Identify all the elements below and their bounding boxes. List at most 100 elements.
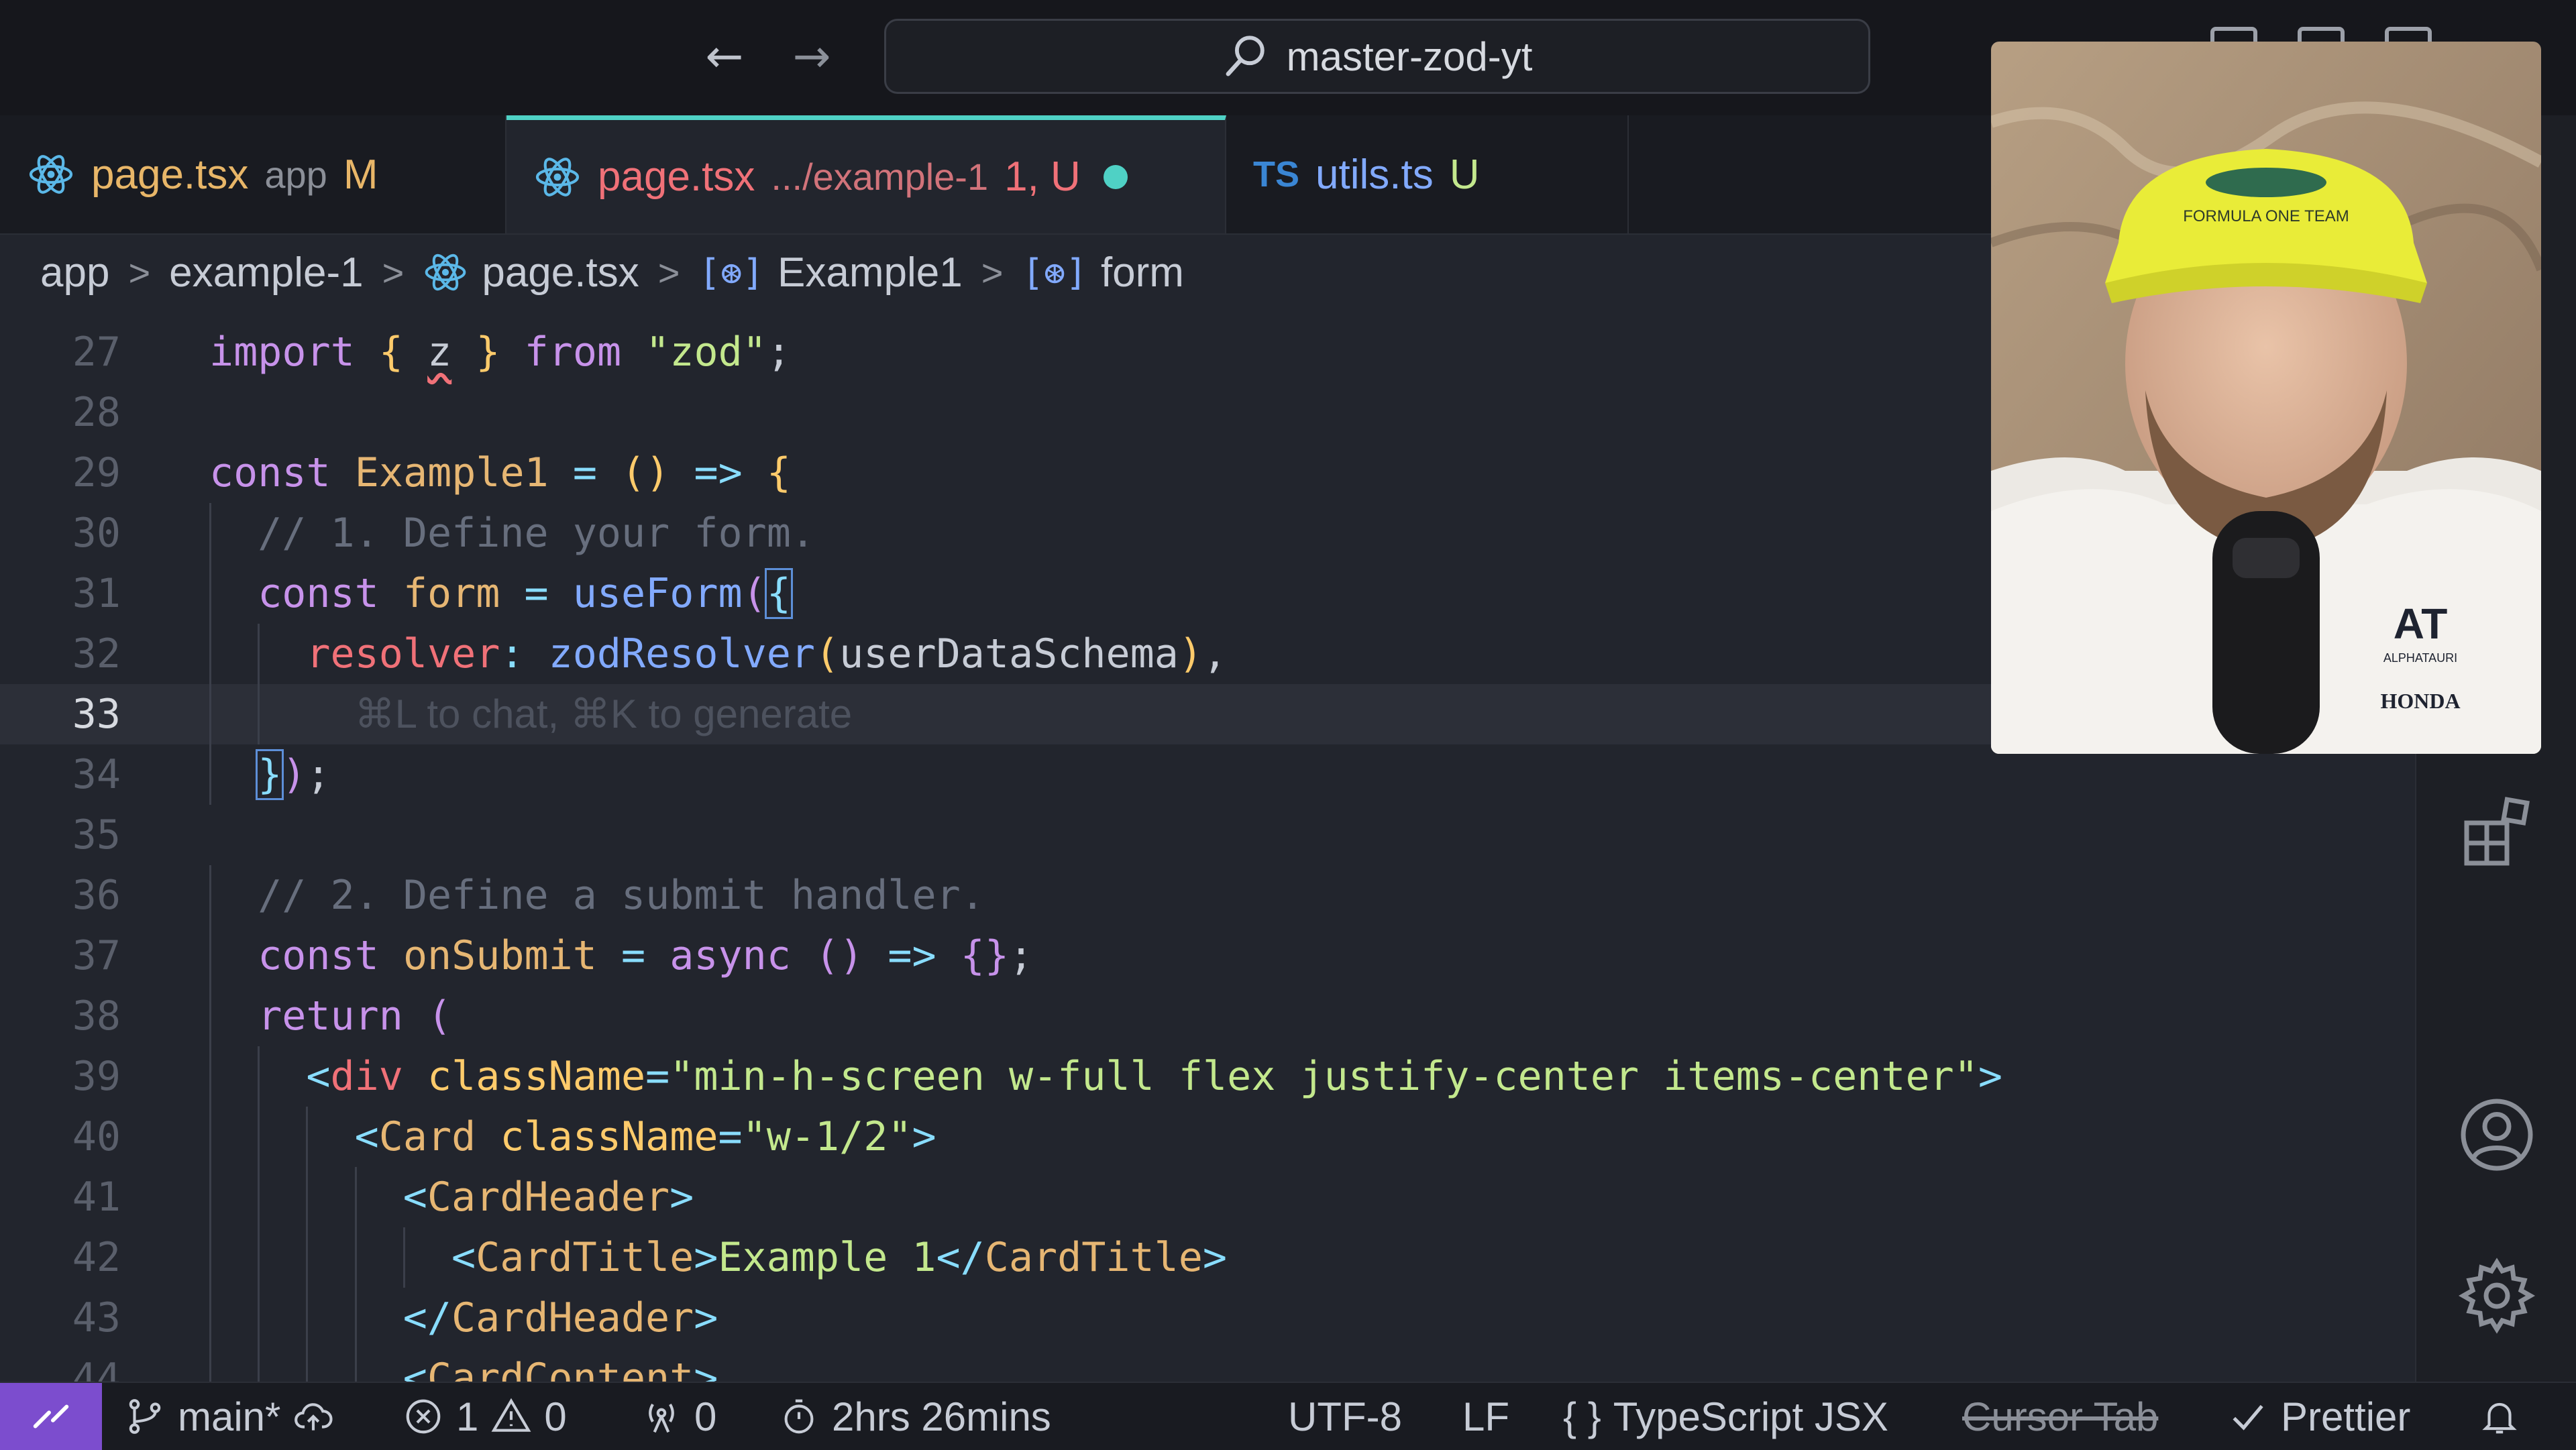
token: < xyxy=(451,1234,476,1281)
problems-indicator[interactable]: 1 0 xyxy=(402,1383,567,1450)
line-number: 27 xyxy=(72,329,121,376)
token: } xyxy=(451,329,525,376)
line-number: 31 xyxy=(72,570,121,617)
indent-guide xyxy=(258,1107,260,1167)
ports-indicator[interactable]: 0 xyxy=(641,1383,716,1450)
breadcrumb-item[interactable]: Example1 xyxy=(777,249,963,296)
breadcrumb-item[interactable]: page.tsx xyxy=(482,249,639,296)
token: = xyxy=(718,1113,743,1160)
code-text: <CardHeader> xyxy=(403,1167,694,1227)
token: > xyxy=(1978,1053,2003,1100)
line-number: 44 xyxy=(72,1355,121,1382)
settings-gear-icon[interactable] xyxy=(2457,1256,2537,1336)
check-icon xyxy=(2233,1404,2263,1431)
indent-guide xyxy=(354,1227,357,1288)
token: CardContent xyxy=(427,1355,694,1382)
indent-guide xyxy=(402,1227,405,1288)
code-line[interactable]: 39 <div className="min-h-screen w-full fl… xyxy=(0,1046,2402,1107)
token: Example 1 xyxy=(718,1234,936,1281)
language-mode[interactable]: { } TypeScript JSX xyxy=(1563,1383,1888,1450)
chevron-right-icon: > xyxy=(657,251,680,294)
code-line[interactable]: 35 xyxy=(0,805,2402,865)
breadcrumb-item[interactable]: app xyxy=(40,249,109,296)
indent-guide xyxy=(306,1348,309,1382)
line-number: 30 xyxy=(72,510,121,557)
code-text: import { z } from "zod"; xyxy=(209,322,791,382)
tab-page-tsx-app[interactable]: page.tsx app M xyxy=(0,115,506,233)
shirt-sub: ALPHATAURI xyxy=(2383,651,2457,665)
cloud-upload-icon[interactable] xyxy=(292,1396,334,1437)
token: => xyxy=(694,449,767,496)
breadcrumb-item[interactable]: example-1 xyxy=(169,249,363,296)
indent-guide xyxy=(209,986,211,1046)
token: className xyxy=(500,1113,718,1160)
code-line[interactable]: 41 <CardHeader> xyxy=(0,1167,2402,1227)
line-number: 33 xyxy=(72,691,121,738)
line-number: 37 xyxy=(72,932,121,979)
token: < xyxy=(402,1174,427,1221)
indent-guide xyxy=(209,926,211,986)
bell-icon xyxy=(2482,1402,2517,1434)
forward-arrow-icon[interactable]: → xyxy=(782,27,842,87)
prettier-status[interactable]: Prettier xyxy=(2227,1383,2410,1450)
indent-guide xyxy=(306,1107,309,1167)
code-text: const Example1 = () => { xyxy=(209,443,791,503)
code-line[interactable]: 37 const onSubmit = async () => {}; xyxy=(0,926,2402,986)
remote-indicator[interactable] xyxy=(0,1383,102,1450)
extensions-icon[interactable] xyxy=(2457,793,2537,873)
token: , xyxy=(1202,630,1228,677)
tab-page-tsx-example-1[interactable]: page.tsx .../example-1 1, U xyxy=(506,115,1226,233)
indent-guide xyxy=(258,624,260,684)
indent-guide xyxy=(306,1227,309,1288)
token: CardTitle xyxy=(984,1234,1203,1281)
timer-icon xyxy=(784,1399,814,1434)
token: async xyxy=(669,932,816,979)
token: ( xyxy=(814,630,840,677)
code-line[interactable]: 40 <Card className="w-1/2"> xyxy=(0,1107,2402,1167)
token: > xyxy=(694,1355,718,1382)
code-line[interactable]: 44 <CardContent> xyxy=(0,1348,2402,1382)
cursor-tab-toggle[interactable]: Cursor Tab xyxy=(1962,1383,2158,1450)
code-line[interactable]: 43 </CardHeader> xyxy=(0,1288,2402,1348)
indent-guide xyxy=(209,1348,211,1382)
account-icon[interactable] xyxy=(2457,1095,2537,1175)
presenter-video: FORMULA ONE TEAM AT ALPHATAURI HONDA xyxy=(1991,42,2541,754)
token: // 2. Define a submit handler. xyxy=(258,872,985,919)
line-number: 43 xyxy=(72,1294,121,1341)
symbol-variable-icon: [⊛] xyxy=(698,251,764,294)
code-line[interactable]: 36 // 2. Define a submit handler. xyxy=(0,865,2402,926)
indent-guide xyxy=(209,684,211,744)
notifications[interactable] xyxy=(2479,1383,2520,1450)
command-center-search[interactable]: master-zod-yt xyxy=(884,19,1870,94)
token: import xyxy=(209,329,379,376)
code-text: }); xyxy=(256,744,331,805)
shirt-brand: HONDA xyxy=(2380,689,2460,713)
git-branch[interactable]: main* xyxy=(124,1383,334,1450)
token: {} xyxy=(960,932,1010,979)
session-timer[interactable]: 2hrs 26mins xyxy=(778,1383,1051,1450)
line-number: 39 xyxy=(72,1053,121,1100)
token: zodResolver xyxy=(548,630,815,677)
breadcrumb-item[interactable]: form xyxy=(1101,249,1184,296)
tab-filename: page.tsx xyxy=(598,154,755,200)
code-line[interactable]: 42 <CardTitle>Example 1</CardTitle> xyxy=(0,1227,2402,1288)
tab-utils-ts[interactable]: TS utils.ts U xyxy=(1226,115,1629,233)
token: => xyxy=(888,932,961,979)
webcam-overlay: FORMULA ONE TEAM AT ALPHATAURI HONDA xyxy=(1991,42,2541,754)
unsaved-dot-icon[interactable] xyxy=(1103,164,1128,189)
braces-icon: { } xyxy=(1563,1394,1601,1439)
encoding-selector[interactable]: UTF-8 xyxy=(1288,1383,1402,1450)
line-number: 32 xyxy=(72,630,121,677)
token: { xyxy=(764,568,793,619)
token: > xyxy=(912,1113,936,1160)
eol-selector[interactable]: LF xyxy=(1462,1383,1509,1450)
token: Example1 xyxy=(354,449,549,496)
back-arrow-icon[interactable]: ← xyxy=(694,27,755,87)
tab-git-status: M xyxy=(343,151,378,198)
code-line[interactable]: 38 return ( xyxy=(0,986,2402,1046)
search-icon xyxy=(1226,36,1265,76)
token: < xyxy=(402,1355,427,1382)
error-count: 1 xyxy=(456,1394,479,1439)
token: "min-h-screen w-full flex justify-center… xyxy=(669,1053,1978,1100)
line-number: 40 xyxy=(72,1113,121,1160)
